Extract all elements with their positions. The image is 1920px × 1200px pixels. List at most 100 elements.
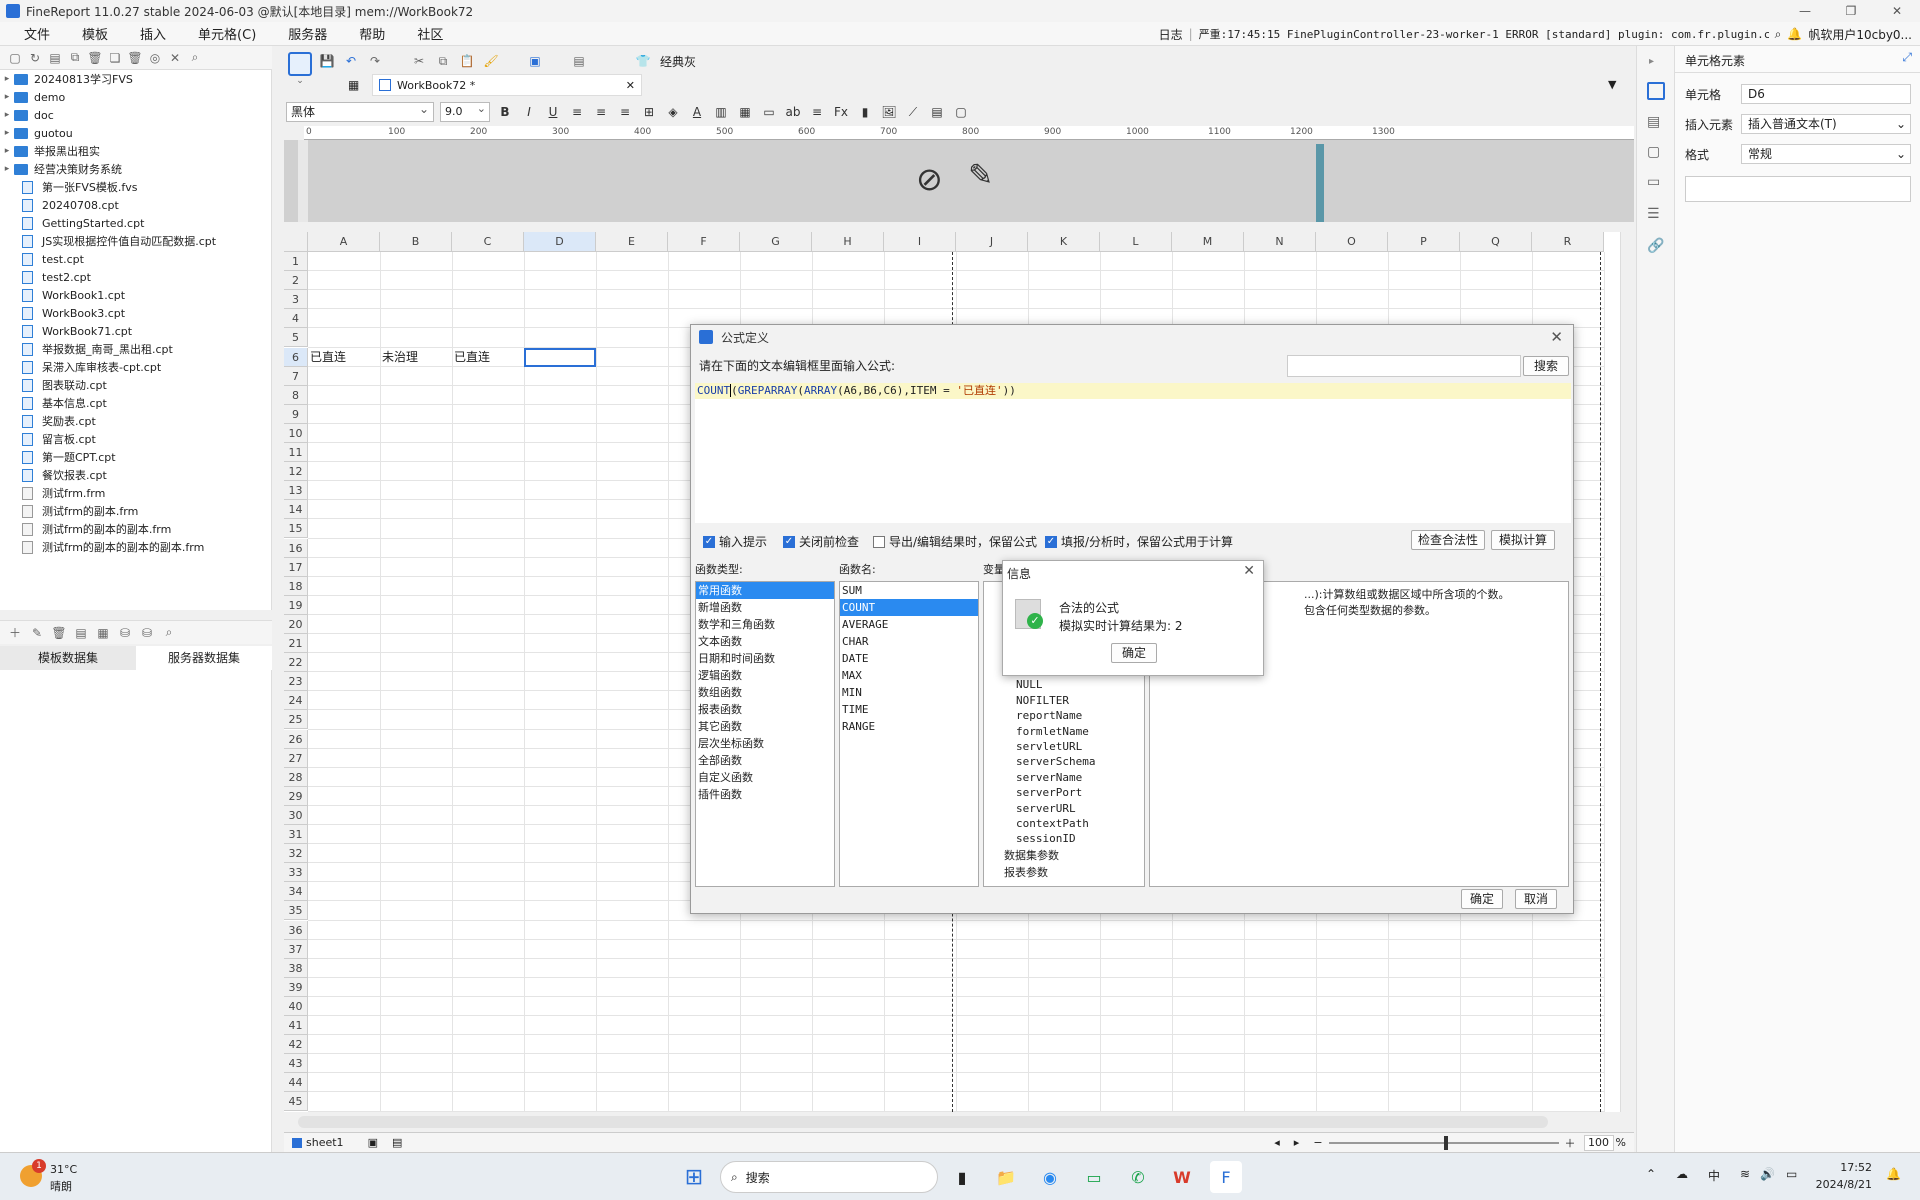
row-header[interactable]: 3 [284,290,308,310]
refresh-icon[interactable]: ↻ [28,51,42,65]
function-type-item[interactable]: 新增函数 [696,599,834,616]
row-header[interactable]: 16 [284,538,308,558]
notification-icon[interactable]: 🔔 [1886,1167,1901,1181]
more-icon[interactable]: ▢ [952,103,970,121]
log-message[interactable]: 严重:17:45:15 FinePluginController-23-work… [1199,26,1769,42]
keep-formula-export-checkbox[interactable]: 导出/编辑结果时，保留公式 [873,533,1037,550]
function-type-item[interactable]: 全部函数 [696,752,834,769]
dataset-table-icon[interactable]: ▦ [96,626,110,640]
new-folder-icon[interactable]: ▢ [8,51,22,65]
search-button[interactable]: 搜索 [1523,356,1569,376]
template-tools-button[interactable]: ⌄ [282,48,318,94]
variable-item[interactable]: serverPort [984,785,1144,800]
wechat-icon[interactable]: ✆ [1122,1161,1154,1193]
vertical-scrollbar[interactable] [1620,232,1634,1112]
user-name[interactable]: 帆软用户10cby0... [1808,26,1912,43]
add-dataset-icon[interactable]: ＋ [8,626,22,640]
row-header[interactable]: 35 [284,901,308,921]
border-icon[interactable]: ⊞ [640,103,658,121]
column-header[interactable]: Q [1460,232,1532,252]
tree-file[interactable]: WorkBook71.cpt [0,322,271,340]
weather-desc[interactable]: 晴朗 [50,1178,72,1194]
dataset-search-icon[interactable]: ⌕ [162,625,176,640]
font-size-select[interactable]: 9.0 [440,100,490,122]
variable-item[interactable]: serverURL [984,801,1144,816]
column-header[interactable]: B [380,232,452,252]
column-header[interactable]: N [1244,232,1316,252]
widget-icon[interactable]: ▭ [1647,174,1660,190]
insert-image-icon[interactable]: 🖼 [880,103,898,121]
tree-file[interactable]: 留言板.cpt [0,430,271,448]
function-type-item[interactable]: 层次坐标函数 [696,735,834,752]
file-explorer-icon[interactable]: 📁 [990,1161,1022,1193]
row-header[interactable]: 24 [284,691,308,711]
expand-arrow-icon[interactable]: ▸ [0,146,14,156]
format-brush-icon[interactable]: 🖌 [483,54,498,68]
add-report-icon[interactable]: ▤ [392,1136,402,1149]
column-header[interactable]: F [668,232,740,252]
tree-file[interactable]: 餐饮报表.cpt [0,466,271,484]
menu-cell[interactable]: 单元格(C) [182,24,272,43]
expand-arrow-icon[interactable]: ▸ [0,92,14,102]
row-header[interactable]: 32 [284,844,308,864]
column-header[interactable]: K [1028,232,1100,252]
tree-folder[interactable]: ▸ demo [0,88,271,106]
function-type-item[interactable]: 日期和时间函数 [696,650,834,667]
function-name-item[interactable]: MAX [840,667,978,684]
row-header[interactable]: 34 [284,882,308,902]
trash-icon[interactable]: 🗑 [87,51,102,65]
tree-file[interactable]: 20240708.cpt [0,196,271,214]
row-header[interactable]: 28 [284,767,308,787]
wps-icon[interactable]: W [1166,1161,1198,1193]
row-header[interactable]: 20 [284,614,308,634]
horizontal-scrollbar[interactable] [298,1116,1548,1128]
variable-item[interactable]: sessionID [984,831,1144,846]
clock-date[interactable]: 2024/8/21 [1812,1178,1872,1191]
log-label[interactable]: 日志 [1159,26,1183,43]
header-boundary[interactable] [1316,144,1324,222]
variable-item[interactable]: serverName [984,770,1144,785]
row-header[interactable]: 38 [284,958,308,978]
row-header[interactable]: 10 [284,423,308,443]
column-header[interactable]: I [884,232,956,252]
tree-folder[interactable]: ▸ 经营决策财务系统 [0,160,271,178]
copy-template-icon[interactable]: ⧉ [68,50,82,65]
tree-file[interactable]: JS实现根据控件值自动匹配数据.cpt [0,232,271,250]
hyperlink-icon[interactable]: 🔗 [1647,238,1664,254]
battery-icon[interactable]: ▭ [1786,1167,1797,1181]
row-header[interactable]: 13 [284,481,308,501]
select-all-corner[interactable] [284,232,308,252]
preview-dataset-icon[interactable]: ▤ [74,626,88,640]
function-name-list[interactable]: SUM COUNT AVERAGE CHAR DATE MAX MIN TIME RANGE [839,581,979,887]
tree-file[interactable]: WorkBook1.cpt [0,286,271,304]
tree-folder[interactable]: ▸ doc [0,106,271,124]
cell-attribute-icon[interactable]: ▤ [1647,114,1660,130]
row-header[interactable]: 8 [284,385,308,405]
preview-icon[interactable]: ▣ [528,54,542,68]
expand-arrow-icon[interactable]: ▸ [0,164,14,174]
speaker-icon[interactable]: 🔊 [1760,1167,1775,1181]
tree-file[interactable]: 测试frm的副本.frm [0,502,271,520]
message-close-icon[interactable]: ✕ [1243,563,1255,579]
workbook-tab[interactable]: WorkBook72 * ✕ [372,74,642,96]
taskbar-search[interactable]: ⌕ 搜索 [720,1161,938,1193]
shirt-icon[interactable]: 👕 [636,54,651,68]
screen-app-icon[interactable]: ▭ [1078,1161,1110,1193]
expand-arrow-icon[interactable]: ▸ [0,128,14,138]
tree-file[interactable]: 呆滞入库审核表-cpt.cpt [0,358,271,376]
function-search-input[interactable] [1287,355,1521,377]
italic-button[interactable]: I [520,103,538,121]
tree-file[interactable]: 第一张FVS模板.fvs [0,178,271,196]
function-name-item[interactable]: COUNT [840,599,978,616]
row-header[interactable]: 18 [284,576,308,596]
formula-text[interactable]: COUNT(GREPARRAY(ARRAY(A6,B6,C6),ITEM = '… [695,383,1571,399]
task-view-icon[interactable]: ▮ [946,1161,978,1193]
variable-item[interactable]: NOFILTER [984,693,1144,708]
row-header[interactable]: 44 [284,1073,308,1093]
close-window-button[interactable]: ✕ [1874,0,1920,22]
menu-help[interactable]: 帮助 [343,24,401,43]
cell-name-field[interactable]: D6 [1741,84,1911,104]
classic-gray-theme[interactable]: 经典灰 [660,53,696,70]
row-header[interactable]: 21 [284,634,308,654]
insert-ab-icon[interactable]: ab [784,103,802,121]
